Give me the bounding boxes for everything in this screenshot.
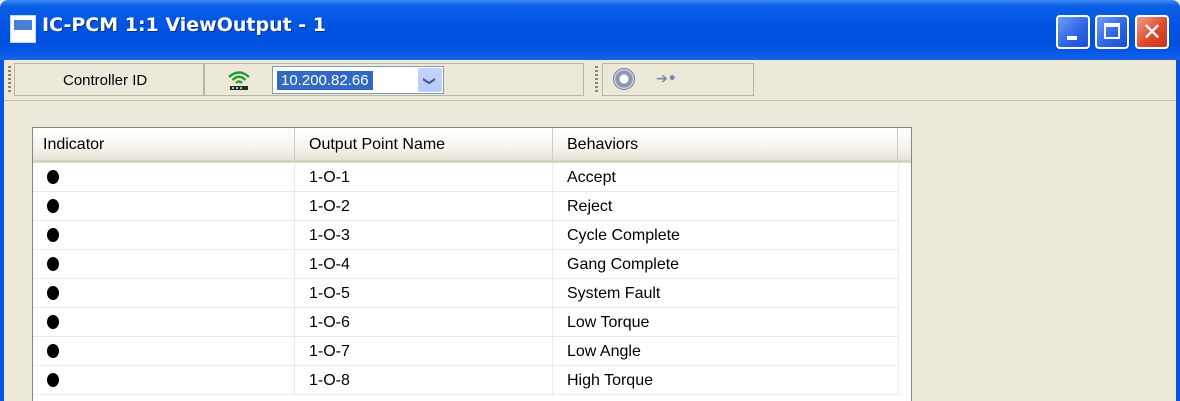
title-bar[interactable]: IC-PCM 1:1 ViewOutput - 1 ✕ <box>0 0 1180 60</box>
indicator-cell <box>33 337 295 365</box>
behavior-cell: Low Angle <box>553 337 899 365</box>
window-frame-left <box>0 60 4 401</box>
controller-label-box: Controller ID <box>14 63 204 96</box>
output-point-name-cell: 1-O-5 <box>295 279 553 307</box>
indicator-dot-icon <box>47 373 59 387</box>
output-point-name-cell: 1-O-4 <box>295 250 553 278</box>
table-row[interactable]: 1-O-7 Low Angle <box>33 337 899 366</box>
maximize-icon <box>1104 23 1120 39</box>
indicator-cell <box>33 250 295 278</box>
indicator-cell <box>33 221 295 249</box>
indicator-dot-icon <box>47 228 59 242</box>
indicator-dot-icon <box>47 344 59 358</box>
chevron-glyph: ❯ <box>423 75 437 87</box>
indicator-cell <box>33 279 295 307</box>
app-window: IC-PCM 1:1 ViewOutput - 1 ✕ Controller I… <box>0 0 1180 401</box>
app-icon <box>10 15 36 43</box>
table-row[interactable]: 1-O-6 Low Torque <box>33 308 899 337</box>
grid-header: Indicator Output Point Name Behaviors <box>33 128 911 163</box>
table-row[interactable]: 1-O-1 Accept <box>33 163 899 192</box>
behavior-cell: Cycle Complete <box>553 221 899 249</box>
toolbar-grip[interactable] <box>8 66 11 94</box>
output-point-name-cell: 1-O-2 <box>295 192 553 220</box>
grid-rows: 1-O-1 Accept 1-O-2 Reject 1-O-3 Cycle Co… <box>33 163 899 395</box>
output-point-name-cell: 1-O-3 <box>295 221 553 249</box>
chevron-down-icon[interactable]: ❯ <box>418 68 442 92</box>
indicator-dot-icon <box>47 315 59 329</box>
indicator-cell <box>33 192 295 220</box>
indicator-cell <box>33 163 295 191</box>
behavior-cell: Gang Complete <box>553 250 899 278</box>
refresh-icon[interactable] <box>613 68 635 90</box>
close-button[interactable]: ✕ <box>1135 15 1169 49</box>
close-icon: ✕ <box>1141 18 1163 46</box>
minimize-button[interactable] <box>1056 15 1090 49</box>
table-row[interactable]: 1-O-5 System Fault <box>33 279 899 308</box>
indicator-dot-icon <box>47 199 59 213</box>
toolbar-separator-grip[interactable] <box>595 66 598 94</box>
window-title: IC-PCM 1:1 ViewOutput - 1 <box>42 14 327 36</box>
controller-id-label: Controller ID <box>63 72 148 89</box>
column-header-output-point-name[interactable]: Output Point Name <box>295 128 553 160</box>
connect-icon[interactable]: ➔• <box>656 68 686 90</box>
network-icon <box>228 71 250 90</box>
table-row[interactable]: 1-O-3 Cycle Complete <box>33 221 899 250</box>
behavior-cell: Low Torque <box>553 308 899 336</box>
table-row[interactable]: 1-O-4 Gang Complete <box>33 250 899 279</box>
behavior-cell: Reject <box>553 192 899 220</box>
indicator-dot-icon <box>47 257 59 271</box>
indicator-cell <box>33 308 295 336</box>
toolbar: Controller ID 10.200.82.66 ❯ ➔• <box>4 60 1176 101</box>
behavior-cell: System Fault <box>553 279 899 307</box>
window-frame-right <box>1176 60 1180 401</box>
indicator-cell <box>33 366 295 394</box>
table-row[interactable]: 1-O-8 High Torque <box>33 366 899 395</box>
controller-id-value: 10.200.82.66 <box>277 71 373 90</box>
indicator-dot-icon <box>47 170 59 184</box>
behavior-cell: Accept <box>553 163 899 191</box>
behavior-cell: High Torque <box>553 366 899 394</box>
output-point-name-cell: 1-O-8 <box>295 366 553 394</box>
column-header-indicator[interactable]: Indicator <box>33 128 295 160</box>
controller-id-select[interactable]: 10.200.82.66 ❯ <box>272 66 444 94</box>
output-point-name-cell: 1-O-6 <box>295 308 553 336</box>
table-row[interactable]: 1-O-2 Reject <box>33 192 899 221</box>
output-point-name-cell: 1-O-7 <box>295 337 553 365</box>
maximize-button[interactable] <box>1095 15 1129 49</box>
output-grid: Indicator Output Point Name Behaviors 1-… <box>32 127 912 401</box>
output-point-name-cell: 1-O-1 <box>295 163 553 191</box>
column-header-behaviors[interactable]: Behaviors <box>553 128 898 160</box>
minimize-icon <box>1067 36 1077 40</box>
indicator-dot-icon <box>47 286 59 300</box>
